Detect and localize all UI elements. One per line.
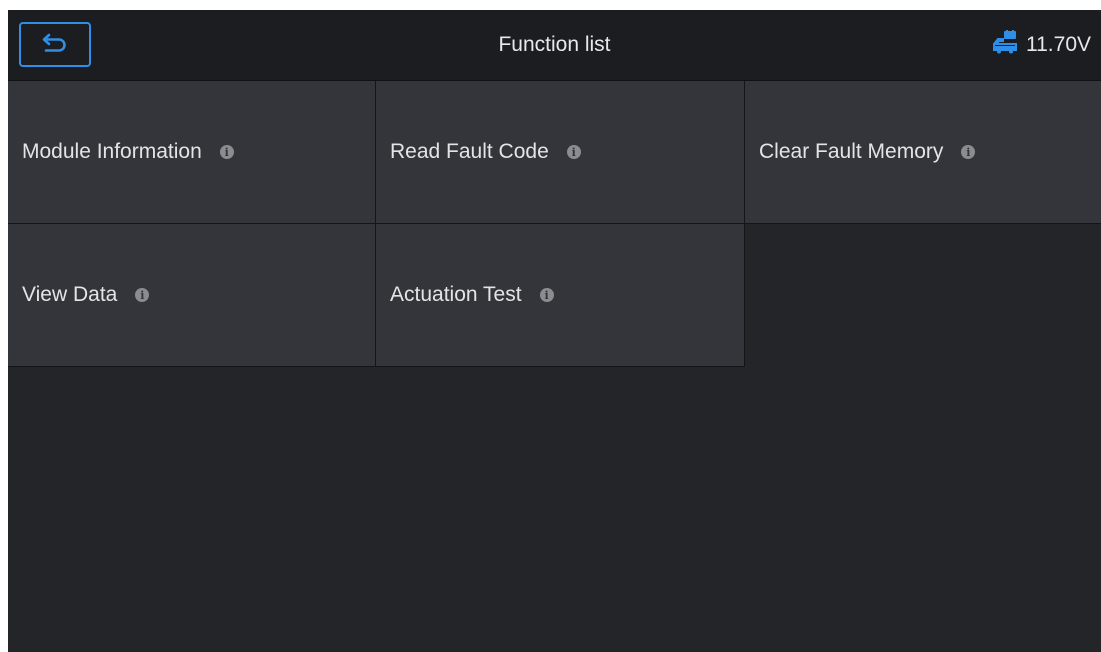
battery-voltage-indicator: 11.70V bbox=[992, 10, 1091, 80]
info-icon[interactable]: i bbox=[961, 145, 976, 159]
header-bar: Function list 11.70V bbox=[8, 10, 1101, 81]
function-label: Module Information bbox=[22, 140, 202, 163]
info-icon[interactable]: i bbox=[219, 145, 234, 159]
info-icon[interactable]: i bbox=[566, 145, 581, 159]
function-label: Actuation Test bbox=[390, 283, 522, 306]
app-screen: Function list 11.70V Module Information … bbox=[8, 10, 1101, 652]
function-module-information[interactable]: Module Information i bbox=[8, 81, 376, 224]
function-actuation-test[interactable]: Actuation Test i bbox=[376, 224, 745, 367]
vehicle-battery-icon bbox=[992, 30, 1020, 60]
voltage-value: 11.70V bbox=[1026, 33, 1091, 56]
function-label: Clear Fault Memory bbox=[759, 140, 944, 163]
info-icon[interactable]: i bbox=[539, 288, 554, 302]
info-icon[interactable]: i bbox=[135, 288, 150, 302]
function-view-data[interactable]: View Data i bbox=[8, 224, 376, 367]
function-label: Read Fault Code bbox=[390, 140, 549, 163]
function-read-fault-code[interactable]: Read Fault Code i bbox=[376, 81, 745, 224]
function-clear-fault-memory[interactable]: Clear Fault Memory i bbox=[745, 81, 1101, 224]
page-title: Function list bbox=[498, 33, 611, 56]
function-label: View Data bbox=[22, 283, 118, 306]
